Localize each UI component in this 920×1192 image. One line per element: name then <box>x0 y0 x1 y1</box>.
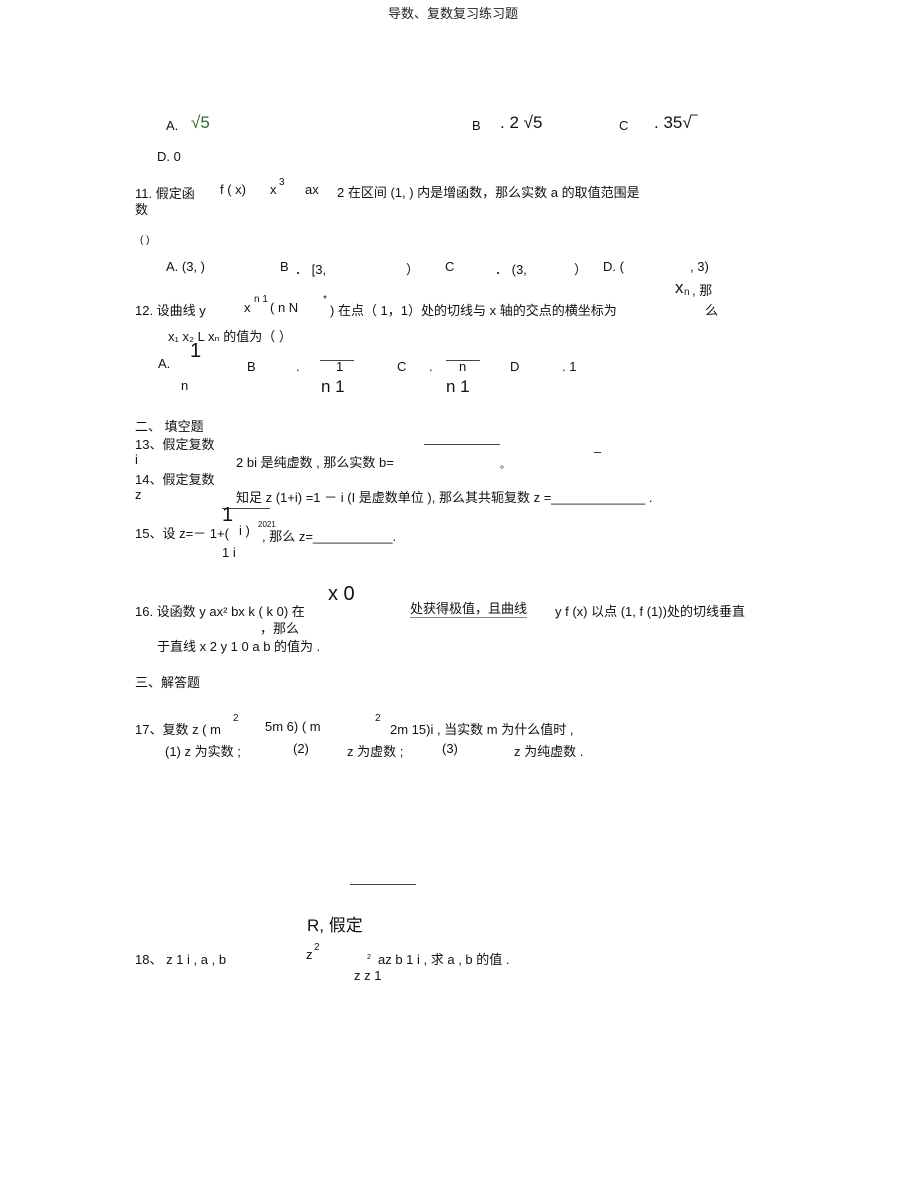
q18-z2: z <box>306 947 313 962</box>
q18-exp: 2 <box>314 942 320 953</box>
q16-mid: 处获得极值，且曲线 <box>410 598 528 618</box>
q10-option-c-value: . 35√‾ <box>654 113 698 132</box>
q12-star: * <box>323 294 327 305</box>
q15-den: 1 i <box>222 545 236 560</box>
q14-text: 知足 z (1+i) =1 － i (I 是虚数单位 ), 那么其共轭复数 z … <box>236 490 653 505</box>
q12-option-a: A. <box>158 356 171 371</box>
q15-num: 1 <box>222 504 234 526</box>
q15-i: i ) <box>239 523 250 538</box>
q13-i: i <box>135 452 138 467</box>
q11-option-c-close: ） <box>574 262 588 277</box>
q11-x: x <box>270 182 277 197</box>
q11-option-c: C <box>445 259 455 274</box>
q11-option-d: D. ( <box>603 259 624 274</box>
q17-mid: 5m 6) ( m <box>265 719 321 734</box>
q14-label: 14、假定复数 <box>135 472 215 487</box>
q12-option-c-num: n <box>459 359 467 374</box>
q12-rest: ) 在点（ 1，1）处的切线与 x 轴的交点的横坐标为 <box>330 303 617 318</box>
q10-option-c: C <box>619 118 629 133</box>
q11-fx: f ( x) <box>220 182 246 197</box>
q17-part1: (1) z 为实数 ; <box>165 744 241 759</box>
q17-rest: 2m 15)i , 当实数 m 为什么值时 , <box>390 722 574 737</box>
q17-part3: z 为纯虚数 . <box>514 744 584 759</box>
q17-part2: z 为虚数 ; <box>347 744 404 759</box>
q12-exp: n 1 <box>254 294 268 305</box>
q12-x: x <box>244 300 251 315</box>
q12-option-b: B <box>247 359 256 374</box>
q18-mid: az b 1 i , 求 a , b 的值 . <box>378 952 510 967</box>
q12-xn: x <box>675 278 684 297</box>
q16-na: ，那么 <box>260 621 300 636</box>
q12-option-b-num: 1 <box>336 359 344 374</box>
q11-rest: 2 在区间 (1, ) 内是增函数，那么实数 a 的取值范围是 <box>337 185 640 200</box>
q11-option-a: A. (3, ) <box>166 259 206 274</box>
q11-option-b-value: ． [3, <box>295 262 327 277</box>
q12-label: 12. 设曲线 y <box>135 303 206 318</box>
q12-option-a-num: 1 <box>190 340 202 362</box>
q17-part2-label: (2) <box>293 741 309 756</box>
q14-z: z <box>135 487 142 502</box>
q11-option-d-value: , 3) <box>690 259 709 274</box>
q12-option-c-dot: . <box>429 359 433 374</box>
section-answer-title: 三、解答题 <box>135 675 201 690</box>
q10-option-d: D. 0 <box>157 149 181 164</box>
q10-option-a: A. <box>166 118 179 133</box>
q17-exp1: 2 <box>233 713 239 724</box>
q12-option-d-value: . 1 <box>562 359 577 374</box>
q13-dash: – <box>594 444 602 459</box>
q11-exp: 3 <box>279 177 285 188</box>
q18-sub: 2 <box>367 954 371 961</box>
section-fill-in-title: 二、 填空题 <box>135 419 204 434</box>
q11-paren: ( ) <box>140 235 150 246</box>
q16-x0: x 0 <box>328 583 355 605</box>
q18-den: z z 1 <box>354 968 382 983</box>
q15-then: , 那么 z=___________. <box>262 529 397 544</box>
q12-option-d: D <box>510 359 520 374</box>
q12-option-b-den: n 1 <box>321 377 345 396</box>
q18-label: 18、 z 1 i , a , b <box>135 952 227 967</box>
q12-option-c: C <box>397 359 407 374</box>
q11-option-b-close: ） <box>406 262 420 277</box>
q13-dot: 。 <box>500 460 510 471</box>
q12-na: , 那 <box>692 283 713 298</box>
q17-label: 17、复数 z ( m <box>135 722 221 737</box>
q13-text: 2 bi 是纯虚数 , 那么实数 b= <box>236 455 394 470</box>
q12-me: 么 <box>705 303 719 318</box>
q12-n-in: ( n N <box>270 300 299 315</box>
q12-option-b-dot: . <box>296 359 300 374</box>
document-page: 导数、复数复习练习题 A. √5 B . 2 √5 C . 35√‾ D. 0 … <box>0 0 920 1192</box>
q11-option-b: B <box>280 259 289 274</box>
q10-option-b: B <box>472 118 481 133</box>
q12-sum: x₁ x₂ L xₙ 的值为（ ） <box>168 329 292 344</box>
q10-option-b-value: . 2 √5 <box>500 113 543 132</box>
q11-option-c-value: ． (3, <box>495 262 527 277</box>
q12-option-c-den: n 1 <box>446 377 470 396</box>
q11-wrap: 数 <box>135 202 149 217</box>
q16-line2: 于直线 x 2 y 1 0 a b 的值为 . <box>157 639 321 654</box>
page-header-title: 导数、复数复习练习题 <box>388 6 519 21</box>
q17-exp2: 2 <box>375 713 381 724</box>
q10-option-a-value: √5 <box>191 113 210 132</box>
q11-ax: ax <box>305 182 319 197</box>
q15-label: 15、设 z=－ 1+( <box>135 526 229 541</box>
q12-xn-sub: n <box>684 287 690 298</box>
q12-option-a-den: n <box>181 378 189 393</box>
q17-part3-label: (3) <box>442 741 458 756</box>
q13-label: 13、假定复数 <box>135 437 215 452</box>
q18-r: R, 假定 <box>307 916 363 935</box>
q16-rest: y f (x) 以点 (1, f (1))处的切线垂直 <box>555 604 745 619</box>
